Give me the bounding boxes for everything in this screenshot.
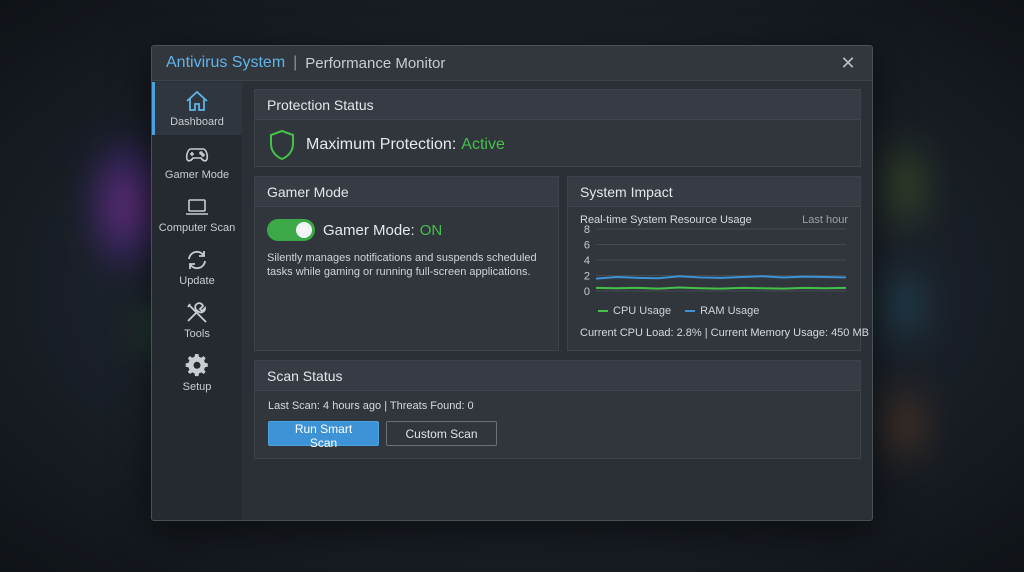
gamer-mode-label: Gamer Mode: <box>323 221 415 239</box>
sidebar-item-label: Gamer Mode <box>164 169 230 181</box>
title-bar: Antivirus System | Performance Monitor ✕ <box>152 46 872 81</box>
home-icon <box>186 90 208 111</box>
background-blur-glow <box>880 130 930 240</box>
sidebar-item-computer-scan[interactable]: Computer Scan <box>152 188 242 241</box>
legend-item-cpu: CPU Usage <box>598 305 671 317</box>
window-subtitle: Performance Monitor <box>305 54 446 72</box>
resource-usage-chart: 0 2 4 6 8 <box>584 225 847 298</box>
panel-header: Scan Status <box>255 361 860 391</box>
sidebar-item-label: Dashboard <box>170 116 224 128</box>
sidebar-item-label: Update <box>179 275 215 287</box>
y-tick-label: 0 <box>584 286 590 298</box>
shield-icon <box>270 129 294 161</box>
protection-label: Maximum Protection: <box>306 136 457 153</box>
gamer-mode-toggle[interactable] <box>267 219 315 241</box>
panel-header: Protection Status <box>255 90 860 120</box>
sidebar-item-gamer-mode[interactable]: Gamer Mode <box>152 135 242 188</box>
last-scan-info: Last Scan: 4 hours ago | Threats Found: … <box>268 400 474 412</box>
y-tick-label: 8 <box>584 225 590 236</box>
panel-header: System Impact <box>568 177 860 207</box>
app-title: Antivirus System <box>166 54 286 71</box>
gamer-mode-panel: Gamer Mode Gamer Mode: ON Silently manag… <box>254 176 559 351</box>
series-line-ram <box>595 275 847 280</box>
legend-swatch-cpu <box>598 310 608 312</box>
custom-scan-button[interactable]: Custom Scan <box>386 421 497 446</box>
protection-status-panel: Protection Status Maximum Protection: Ac… <box>254 89 861 167</box>
chart-legend: CPU Usage RAM Usage <box>598 305 773 317</box>
background-blur-glow <box>880 260 930 350</box>
sidebar-item-label: Setup <box>182 381 212 393</box>
app-window: Antivirus System | Performance Monitor ✕… <box>151 45 873 521</box>
sidebar-item-tools[interactable]: Tools <box>152 294 242 347</box>
sidebar: Dashboard Gamer Mode Computer Scan Updat… <box>152 82 242 520</box>
y-tick-label: 6 <box>584 240 590 252</box>
legend-label: CPU Usage <box>613 305 672 317</box>
gamer-mode-description: Silently manages notifications and suspe… <box>267 252 537 278</box>
close-icon: ✕ <box>840 53 856 73</box>
series-line-cpu <box>595 286 847 290</box>
refresh-icon <box>188 250 206 270</box>
title-separator: | <box>293 54 298 71</box>
run-smart-scan-button[interactable]: Run Smart Scan <box>268 421 379 450</box>
tools-icon <box>187 302 207 323</box>
y-tick-label: 4 <box>584 255 590 267</box>
sidebar-item-dashboard[interactable]: Dashboard <box>152 82 242 135</box>
legend-swatch-ram <box>685 310 696 312</box>
close-button[interactable]: ✕ <box>838 53 858 73</box>
gear-icon <box>185 354 208 377</box>
current-usage-readout: Current CPU Load: 2.8% | Current Memory … <box>580 327 869 339</box>
gamer-mode-state: ON <box>419 221 443 239</box>
background-blur-glow <box>880 380 930 470</box>
system-impact-panel: System Impact Real-time System Resource … <box>567 176 869 351</box>
legend-item-ram: RAM Usage <box>685 305 759 317</box>
sidebar-item-setup[interactable]: Setup <box>152 347 242 400</box>
sidebar-item-update[interactable]: Update <box>152 241 242 294</box>
laptop-icon <box>186 199 208 215</box>
toggle-knob <box>296 222 312 238</box>
panel-header: Gamer Mode <box>255 177 558 207</box>
sidebar-item-label: Tools <box>184 328 210 340</box>
sidebar-item-label: Computer Scan <box>158 222 236 234</box>
gamepad-icon <box>185 148 209 162</box>
legend-label: RAM Usage <box>700 305 760 317</box>
protection-status-value: Active <box>461 136 505 153</box>
scan-status-panel: Scan Status Last Scan: 4 hours ago | Thr… <box>254 360 861 459</box>
y-tick-label: 2 <box>584 271 590 283</box>
